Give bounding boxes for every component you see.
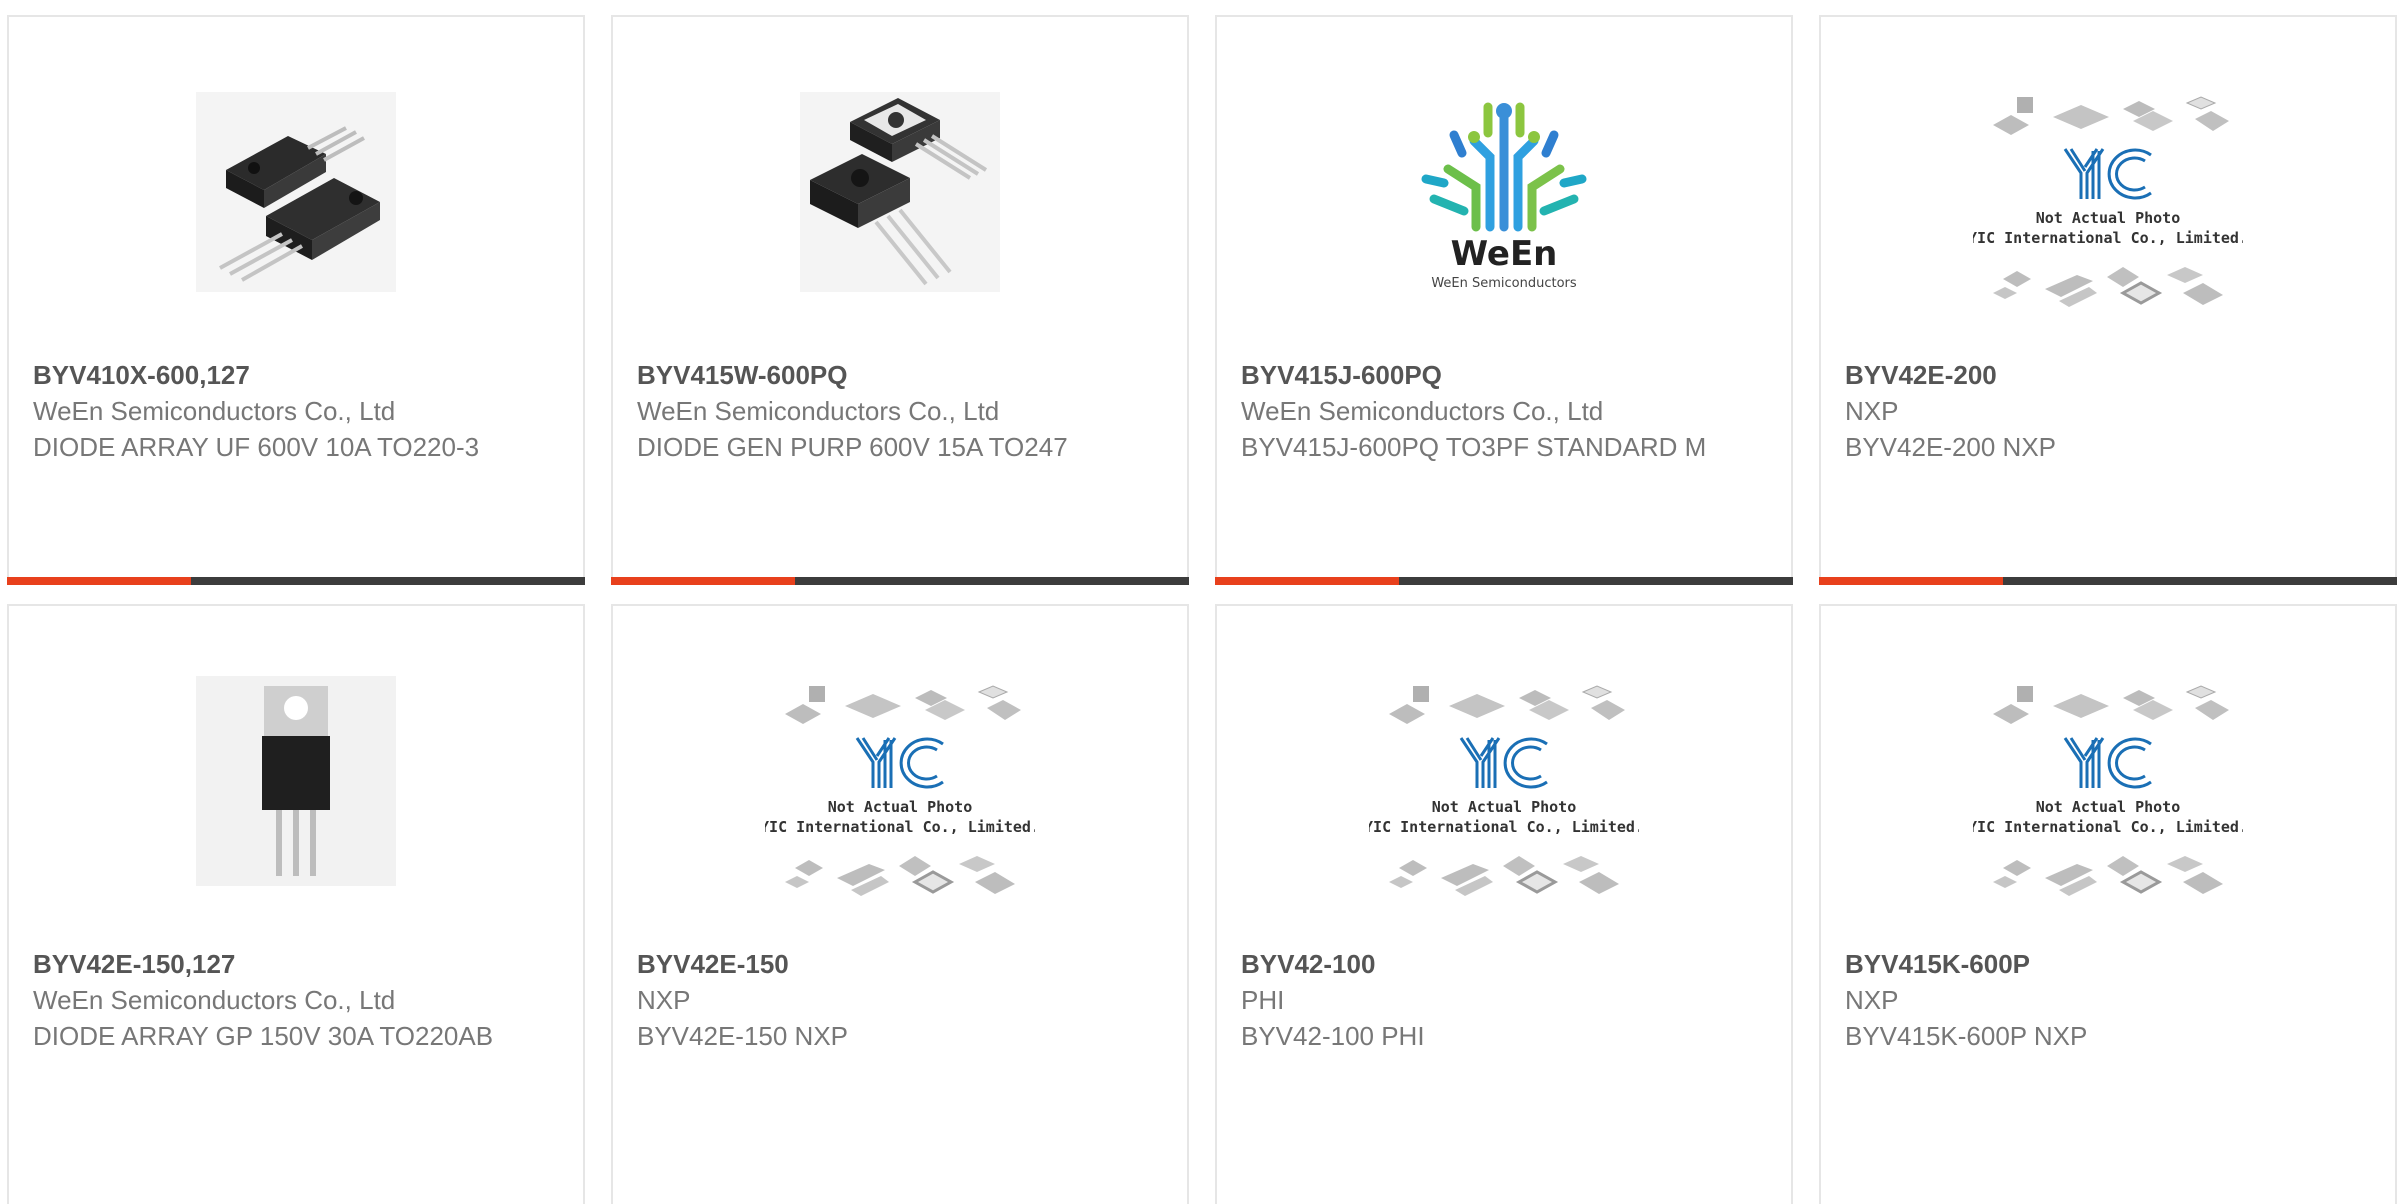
part-number-link[interactable]: BYV415K-600P bbox=[1845, 946, 2375, 982]
manufacturer: PHI bbox=[1241, 985, 1285, 1015]
product-info: BYV415W-600PQ WeEn Semiconductors Co., L… bbox=[637, 357, 1167, 465]
product-info: BYV42E-200 NXP BYV42E-200 NXP bbox=[1845, 357, 2375, 465]
part-number-link[interactable]: BYV42E-150 bbox=[637, 946, 1167, 982]
card-accent-bar bbox=[1819, 577, 2003, 585]
description: DIODE ARRAY UF 600V 10A TO220-3 bbox=[33, 432, 480, 462]
manufacturer: NXP bbox=[637, 985, 691, 1015]
description: DIODE ARRAY GP 150V 30A TO220AB bbox=[33, 1021, 494, 1051]
manufacturer: WeEn Semiconductors Co., Ltd bbox=[33, 396, 396, 426]
card-bottom-bar bbox=[7, 577, 585, 585]
part-number-link[interactable]: BYV42E-200 bbox=[1845, 357, 2375, 393]
product-card[interactable]: Not Actual Photo YIC International Co., … bbox=[611, 604, 1189, 1204]
card-accent-bar bbox=[7, 577, 191, 585]
card-accent-bar bbox=[1215, 577, 1399, 585]
product-image[interactable]: Not Actual Photo YIC International Co., … bbox=[1821, 77, 2395, 309]
manufacturer: NXP bbox=[1845, 396, 1899, 426]
product-card[interactable]: Not Actual Photo YIC International Co., … bbox=[1819, 604, 2397, 1204]
product-info: BYV415J-600PQ WeEn Semiconductors Co., L… bbox=[1241, 357, 1771, 465]
to220f-twin-package-photo bbox=[196, 92, 396, 292]
product-card[interactable]: BYV415W-600PQ WeEn Semiconductors Co., L… bbox=[611, 15, 1189, 585]
placeholder-line1: Not Actual Photo bbox=[828, 798, 973, 816]
yic-not-actual-photo: Not Actual Photo YIC International Co., … bbox=[1369, 684, 1639, 898]
product-info: BYV410X-600,127 WeEn Semiconductors Co.,… bbox=[33, 357, 563, 465]
product-image[interactable] bbox=[9, 77, 583, 307]
part-number-link[interactable]: BYV42E-150,127 bbox=[33, 946, 563, 982]
product-card[interactable]: WeEn WeEn Semiconductors BYV415J-600PQ W… bbox=[1215, 15, 1793, 585]
manufacturer: NXP bbox=[1845, 985, 1899, 1015]
to220-package-photo bbox=[196, 676, 396, 886]
product-image[interactable]: Not Actual Photo YIC International Co., … bbox=[1217, 666, 1791, 898]
description: BYV42E-150 NXP bbox=[637, 1021, 849, 1051]
placeholder-line1: Not Actual Photo bbox=[1432, 798, 1577, 816]
yic-not-actual-photo: Not Actual Photo YIC International Co., … bbox=[765, 684, 1035, 898]
product-card[interactable]: Not Actual Photo YIC International Co., … bbox=[1215, 604, 1793, 1204]
product-info: BYV42E-150,127 WeEn Semiconductors Co., … bbox=[33, 946, 563, 1054]
card-bottom-bar bbox=[1215, 577, 1793, 585]
product-info: BYV42-100 PHI BYV42-100 PHI bbox=[1241, 946, 1771, 1054]
product-card[interactable]: Not Actual Photo YIC International Co., … bbox=[1819, 15, 2397, 585]
ween-logo-name: WeEn bbox=[1451, 234, 1558, 274]
description: BYV415K-600P NXP bbox=[1845, 1021, 2088, 1051]
placeholder-line2: YIC International Co., Limited. bbox=[765, 818, 1035, 836]
ween-logo-sub: WeEn Semiconductors bbox=[1431, 276, 1577, 291]
description: BYV42E-200 NXP bbox=[1845, 432, 2057, 462]
placeholder-line2: YIC International Co., Limited. bbox=[1973, 229, 2243, 247]
manufacturer: WeEn Semiconductors Co., Ltd bbox=[1241, 396, 1604, 426]
placeholder-line1: Not Actual Photo bbox=[2036, 209, 2181, 227]
product-info: BYV42E-150 NXP BYV42E-150 NXP bbox=[637, 946, 1167, 1054]
part-number-link[interactable]: BYV415W-600PQ bbox=[637, 357, 1167, 393]
card-bottom-bar bbox=[1819, 577, 2397, 585]
description: BYV415J-600PQ TO3PF STANDARD M bbox=[1241, 432, 1707, 462]
ween-logo: WeEn WeEn Semiconductors bbox=[1404, 87, 1604, 297]
product-image[interactable]: Not Actual Photo YIC International Co., … bbox=[613, 666, 1187, 898]
description: BYV42-100 PHI bbox=[1241, 1021, 1425, 1051]
product-image[interactable]: WeEn WeEn Semiconductors bbox=[1217, 77, 1791, 307]
product-image[interactable]: Not Actual Photo YIC International Co., … bbox=[1821, 666, 2395, 898]
part-number-link[interactable]: BYV415J-600PQ bbox=[1241, 357, 1771, 393]
product-image[interactable] bbox=[613, 77, 1187, 307]
yic-not-actual-photo: Not Actual Photo YIC International Co., … bbox=[1973, 95, 2243, 309]
product-card[interactable]: BYV410X-600,127 WeEn Semiconductors Co.,… bbox=[7, 15, 585, 585]
card-accent-bar bbox=[611, 577, 795, 585]
to247-package-photo bbox=[800, 92, 1000, 292]
product-info: BYV415K-600P NXP BYV415K-600P NXP bbox=[1845, 946, 2375, 1054]
product-image[interactable] bbox=[9, 666, 583, 896]
manufacturer: WeEn Semiconductors Co., Ltd bbox=[637, 396, 1000, 426]
yic-not-actual-photo: Not Actual Photo YIC International Co., … bbox=[1973, 684, 2243, 898]
description: DIODE GEN PURP 600V 15A TO247 bbox=[637, 432, 1068, 462]
part-number-link[interactable]: BYV42-100 bbox=[1241, 946, 1771, 982]
placeholder-line1: Not Actual Photo bbox=[2036, 798, 2181, 816]
placeholder-line2: YIC International Co., Limited. bbox=[1369, 818, 1639, 836]
manufacturer: WeEn Semiconductors Co., Ltd bbox=[33, 985, 396, 1015]
card-bottom-bar bbox=[611, 577, 1189, 585]
product-card[interactable]: BYV42E-150,127 WeEn Semiconductors Co., … bbox=[7, 604, 585, 1204]
placeholder-line2: YIC International Co., Limited. bbox=[1973, 818, 2243, 836]
part-number-link[interactable]: BYV410X-600,127 bbox=[33, 357, 563, 393]
product-grid: BYV410X-600,127 WeEn Semiconductors Co.,… bbox=[0, 0, 2400, 1204]
